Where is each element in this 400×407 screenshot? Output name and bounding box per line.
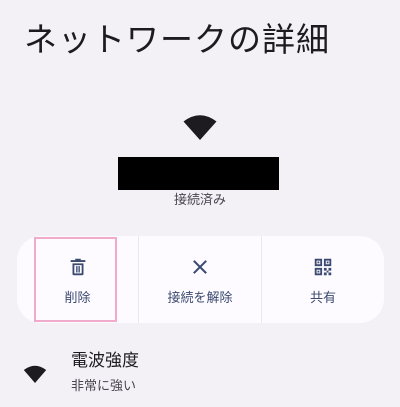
close-icon — [193, 260, 207, 274]
share-button[interactable]: 共有 — [261, 236, 384, 323]
action-bar: 削除 接続を解除 共有 — [17, 236, 384, 323]
delete-button[interactable]: 削除 — [17, 236, 138, 323]
wifi-icon — [183, 115, 217, 140]
share-label: 共有 — [309, 291, 336, 306]
disconnect-button[interactable]: 接続を解除 — [138, 236, 261, 323]
wifi-icon — [23, 365, 47, 383]
network-details-screen: ネットワークの詳細 接続済み 削除 接続を解除 共有 電波強度 非常に強い — [0, 0, 400, 407]
delete-label: 削除 — [64, 291, 91, 306]
disconnect-label: 接続を解除 — [167, 291, 233, 306]
signal-strength-row: 電波強度 非常に強い — [0, 345, 400, 405]
qr-code-icon — [314, 258, 332, 276]
network-name-redacted — [118, 157, 279, 190]
signal-strength-value: 非常に強い — [71, 379, 137, 394]
page-title: ネットワークの詳細 — [24, 20, 330, 59]
trash-icon — [70, 258, 85, 276]
connection-status: 接続済み — [173, 193, 226, 208]
signal-strength-title: 電波強度 — [71, 351, 139, 371]
